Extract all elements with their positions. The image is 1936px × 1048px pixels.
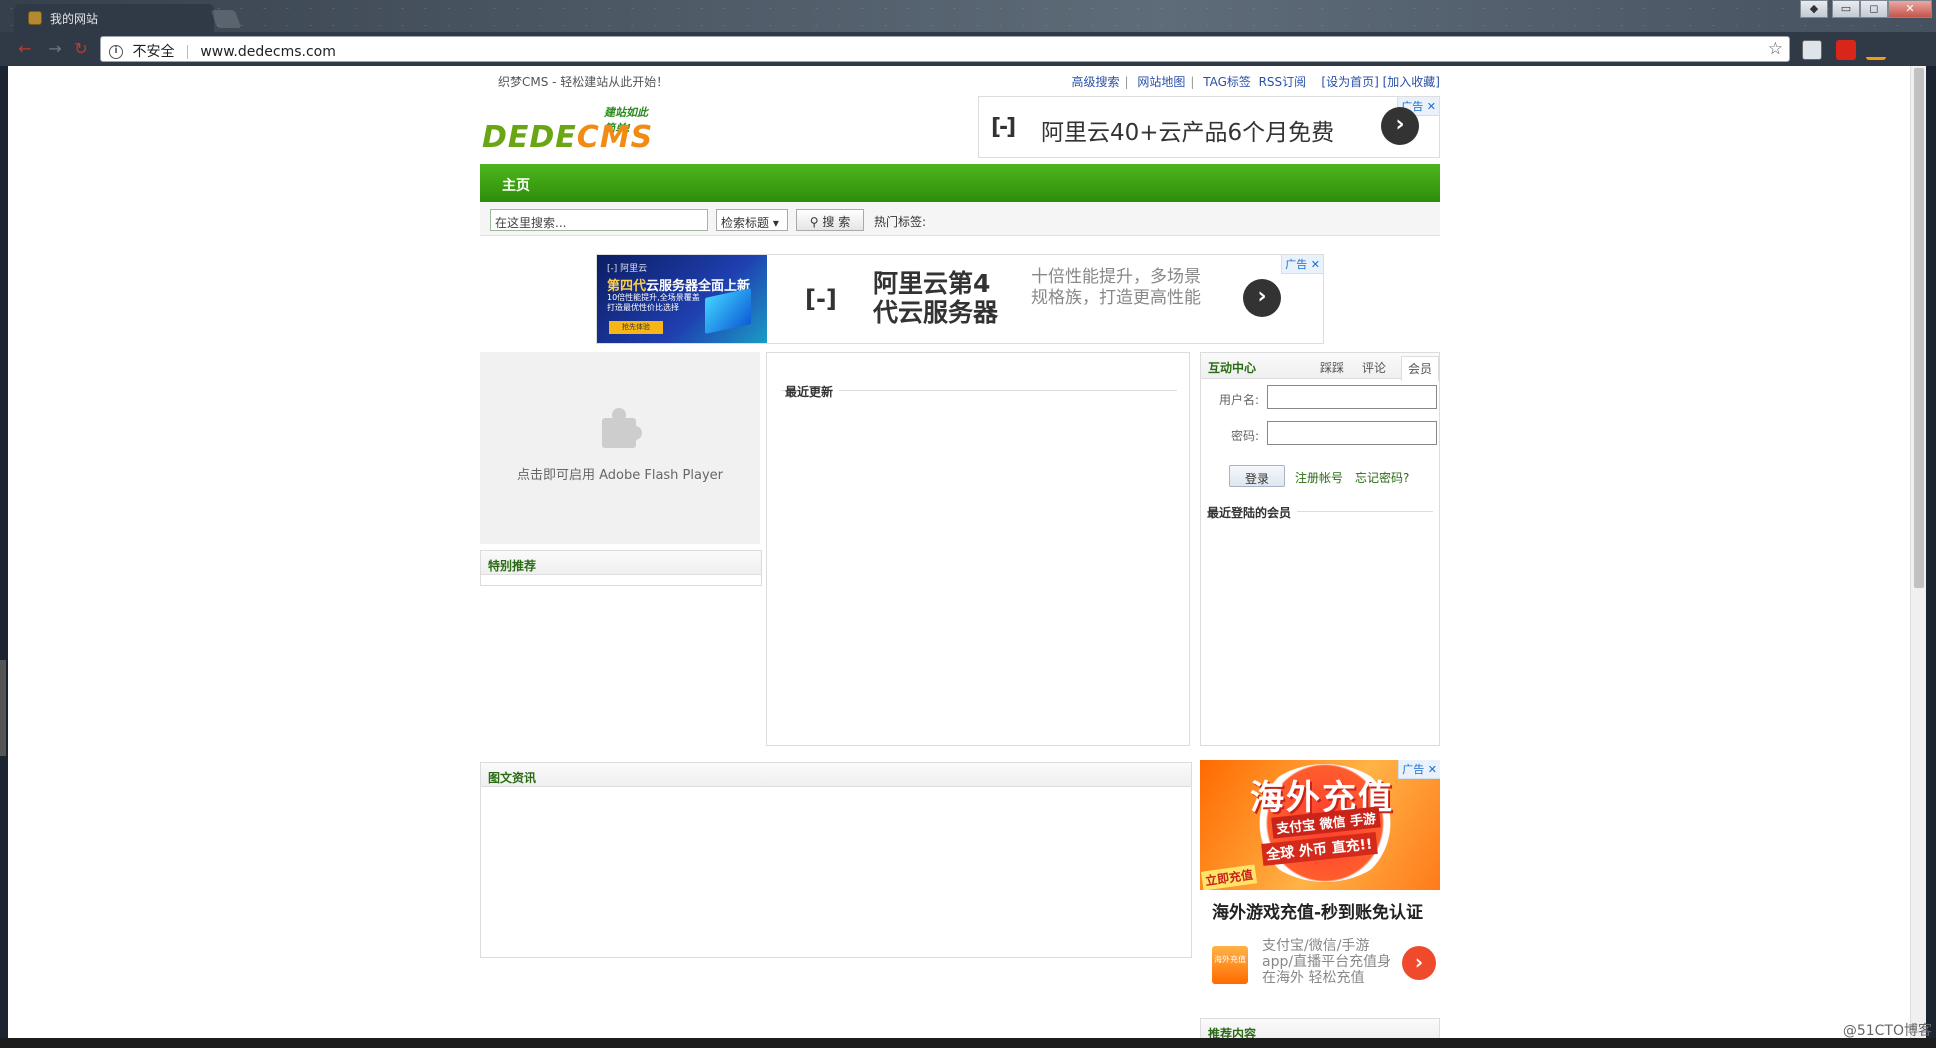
chevron-right-icon[interactable]: › (1381, 107, 1419, 145)
aliyun-logo-icon: [-] (805, 285, 837, 313)
browser-toolbar: ← → ↻ i 不安全 www.dedecms.com ☆ (0, 32, 1936, 66)
main-nav: 主页 (480, 164, 1440, 202)
new-tab-button[interactable] (210, 10, 242, 28)
latest-title: 最近更新 (785, 383, 840, 400)
left-edge-handle (0, 660, 6, 756)
set-homepage-link[interactable]: [设为首页] (1321, 75, 1378, 89)
tab-comments[interactable]: 评论 (1362, 359, 1386, 376)
register-link[interactable]: 注册帐号 (1295, 469, 1343, 486)
user-icon[interactable]: ◆ (1800, 0, 1828, 18)
tab-caicai[interactable]: 踩踩 (1320, 359, 1344, 376)
top-ad[interactable]: 广告 ✕ [-] 阿里云40+云产品6个月免费 › (978, 96, 1440, 158)
password-label: 密码: (1231, 429, 1260, 443)
site-header: 建站如此简单! DEDECMS 广告 ✕ [-] 阿里云40+云产品6个月免费 … (480, 92, 1440, 164)
extension-icon[interactable] (1866, 40, 1886, 60)
maximize-button[interactable]: ◻ (1860, 0, 1888, 18)
page-viewport: 织梦CMS - 轻松建站从此开始！ 高级搜索 | 网站地图 | TAG标签 RSS订… (8, 66, 1910, 1038)
rss-link[interactable]: RSS订阅 (1259, 75, 1307, 89)
advanced-search-link[interactable]: 高级搜索 (1071, 75, 1119, 89)
side-ad-desc: 支付宝/微信/手游app/直播平台充值身在海外 轻松充值 (1262, 938, 1392, 986)
ad-close-icon: ✕ (1427, 763, 1437, 776)
scrollbar-thumb[interactable] (1914, 68, 1924, 588)
tag-link[interactable]: TAG标签 (1203, 75, 1251, 89)
ad-text: 阿里云40+云产品6个月免费 (1041, 120, 1335, 146)
top-links: 高级搜索 | 网站地图 | TAG标签 RSS订阅 [设为首页] [加入收藏] (1071, 75, 1440, 89)
recommended-box: 推荐内容 (1200, 1018, 1440, 1038)
ad-close-icon: ✕ (1310, 258, 1320, 271)
browser-tab[interactable]: 我的网站 (14, 4, 214, 32)
bookmark-star-icon[interactable]: ☆ (1768, 39, 1783, 59)
forgot-password-link[interactable]: 忘记密码? (1355, 469, 1409, 486)
back-icon[interactable]: ← (16, 40, 34, 58)
security-label: 不安全 (132, 44, 175, 60)
side-ad-logo: 海外充值 (1212, 946, 1248, 984)
nav-home[interactable]: 主页 (502, 175, 530, 195)
pdf-extension-icon[interactable] (1836, 40, 1856, 60)
chevron-right-icon[interactable]: › (1243, 279, 1281, 317)
extension-icon[interactable] (1802, 40, 1822, 60)
banner-ad-title: 阿里云第4代云服务器 (873, 269, 999, 327)
reload-icon[interactable]: ↻ (72, 40, 90, 58)
search-bar: 在这里搜索... 检索标题 ▾ ⚲ 搜 索 热门标签: (480, 202, 1440, 236)
bottom-bar (0, 1038, 1936, 1048)
tab-title: 我的网站 (50, 12, 99, 26)
ad-badge[interactable]: 广告 ✕ (1398, 760, 1440, 779)
password-field[interactable] (1267, 421, 1437, 445)
site-slogan: 织梦CMS - 轻松建站从此开始！ (498, 75, 669, 89)
tab-members[interactable]: 会员 (1401, 356, 1439, 381)
close-window-button[interactable]: ✕ (1888, 0, 1932, 18)
latest-box: 最近更新 (766, 352, 1190, 746)
hot-tags-label: 热门标签: (874, 215, 927, 229)
plugin-puzzle-icon (598, 408, 642, 448)
side-ad[interactable]: 海外充值 支付宝 微信 手游 全球 外币 直充!! 立即充值 广告 ✕ 海外游戏… (1200, 760, 1440, 1010)
info-icon[interactable]: i (109, 45, 123, 59)
url-text[interactable]: www.dedecms.com (200, 44, 336, 60)
flash-hint: 点击即可启用 Adobe Flash Player (516, 468, 724, 483)
search-input[interactable]: 在这里搜索... (490, 209, 708, 231)
flash-placeholder[interactable]: 点击即可启用 Adobe Flash Player (480, 352, 760, 544)
search-button[interactable]: ⚲ 搜 索 (796, 209, 864, 231)
search-icon: ⚲ (809, 215, 823, 229)
photo-news-title: 图文资讯 (481, 763, 1191, 787)
login-button[interactable]: 登录 (1229, 465, 1285, 487)
side-ad-headline: 海外游戏充值-秒到账免认证 (1212, 903, 1424, 923)
username-label: 用户名: (1219, 393, 1260, 407)
browser-titlebar: 我的网站 ◆ ▭ ◻ ✕ (0, 0, 1936, 32)
site-logo[interactable]: 建站如此简单! DEDECMS (482, 102, 658, 158)
address-separator (186, 45, 188, 59)
minimize-button[interactable]: ▭ (1832, 0, 1860, 18)
special-box: 特别推荐 (480, 550, 762, 586)
search-type-select[interactable]: 检索标题 ▾ (716, 209, 788, 231)
site-favicon-icon (28, 11, 42, 25)
top-nav: 织梦CMS - 轻松建站从此开始！ 高级搜索 | 网站地图 | TAG标签 RSS订… (480, 66, 1440, 92)
address-bar[interactable]: i 不安全 www.dedecms.com ☆ (100, 36, 1790, 62)
banner-ad[interactable]: [-] 阿里云 第四代云服务器全面上新 10倍性能提升,全场景覆盖 打造最优性价… (596, 254, 1324, 344)
add-favorite-link[interactable]: [加入收藏] (1383, 75, 1440, 89)
side-ad-image: 海外充值 支付宝 微信 手游 全球 外币 直充!! 立即充值 (1200, 760, 1440, 890)
special-title: 特别推荐 (481, 551, 761, 575)
username-field[interactable] (1267, 385, 1437, 409)
vertical-scrollbar[interactable] (1910, 66, 1926, 1038)
recommended-title: 推荐内容 (1201, 1019, 1439, 1038)
ad-close-icon: ✕ (1426, 100, 1436, 113)
recent-members-title: 最近登陆的会员 (1207, 504, 1298, 521)
watermark: @51CTO博客 (1842, 1023, 1932, 1039)
interaction-box: 互动中心 踩踩 评论 会员 用户名: 密码: 登录 注册帐号 忘记密码? 最近登… (1200, 352, 1440, 746)
photo-news-box: 图文资讯 (480, 762, 1192, 958)
divider (781, 390, 1177, 391)
chevron-right-icon[interactable]: › (1402, 946, 1436, 980)
banner-ad-desc: 十倍性能提升，多场景规格族，打造更高性能 (1031, 267, 1201, 308)
sitemap-link[interactable]: 网站地图 (1137, 75, 1185, 89)
aliyun-logo-icon: [-] (991, 115, 1016, 140)
forward-icon[interactable]: → (46, 40, 64, 58)
logo-text: DEDECMS (482, 120, 654, 155)
site-container: 织梦CMS - 轻松建站从此开始！ 高级搜索 | 网站地图 | TAG标签 RSS订… (480, 66, 1440, 236)
banner-ad-image: [-] 阿里云 第四代云服务器全面上新 10倍性能提升,全场景覆盖 打造最优性价… (597, 255, 767, 343)
ad-badge[interactable]: 广告 ✕ (1281, 255, 1323, 274)
